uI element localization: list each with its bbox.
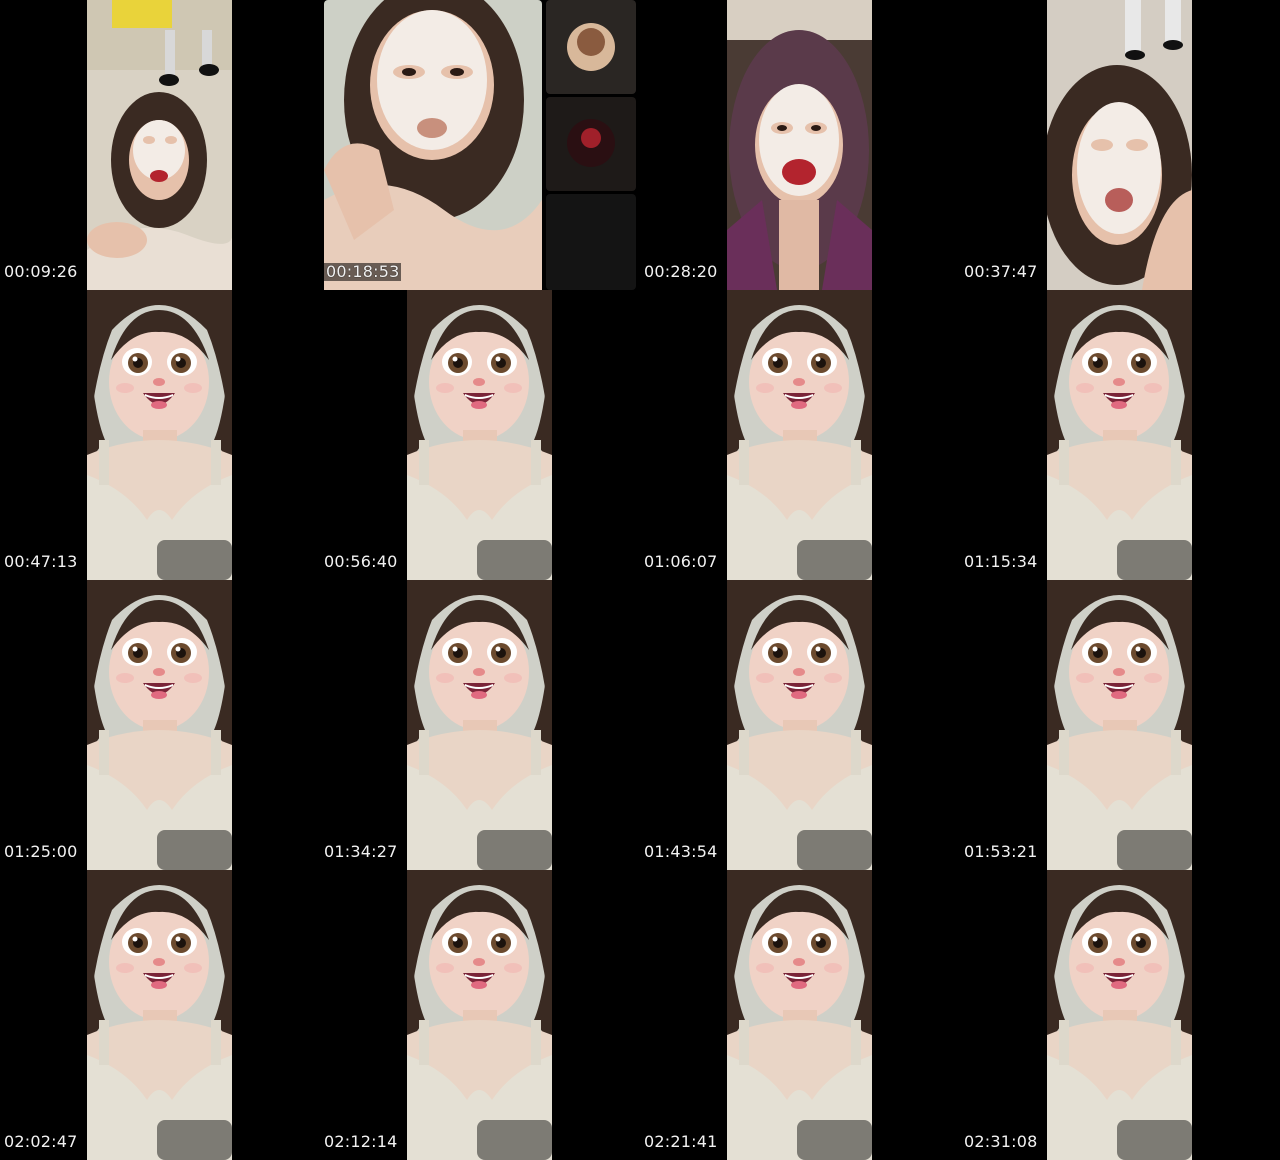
thumbnail-image[interactable] xyxy=(87,0,232,290)
timestamp-label: 01:53:21 xyxy=(964,842,1038,861)
thumbnail-image[interactable] xyxy=(407,290,552,580)
timestamp-label: 01:06:07 xyxy=(644,552,718,571)
thumbnail-cell[interactable]: 02:12:14 xyxy=(320,870,640,1160)
thumbnail-image[interactable] xyxy=(1047,0,1192,290)
timestamp-label: 00:28:20 xyxy=(644,262,718,281)
thumbnail-image[interactable] xyxy=(87,290,232,580)
timestamp-label: 00:09:26 xyxy=(4,262,78,281)
thumbnail-cell[interactable]: 01:06:07 xyxy=(640,290,960,580)
thumbnail-cell[interactable]: 00:09:26 xyxy=(0,0,320,290)
thumbnail-cell[interactable]: 00:28:20 xyxy=(640,0,960,290)
thumbnail-image[interactable] xyxy=(407,870,552,1160)
thumbnail-image[interactable] xyxy=(407,580,552,870)
thumbnail-cell[interactable]: 02:31:08 xyxy=(960,870,1280,1160)
thumbnail-cell[interactable]: 00:18:53 xyxy=(320,0,640,290)
timestamp-label: 00:37:47 xyxy=(964,262,1038,281)
thumbnail-image[interactable] xyxy=(87,580,232,870)
thumbnail-image[interactable] xyxy=(1047,290,1192,580)
thumbnail-image[interactable] xyxy=(324,0,640,290)
thumbnail-cell[interactable]: 00:56:40 xyxy=(320,290,640,580)
contact-sheet: 00:09:26 00:18:53 00:28:20 00:37:47 00:4… xyxy=(0,0,1280,1160)
thumbnail-cell[interactable]: 01:25:00 xyxy=(0,580,320,870)
thumbnail-cell[interactable]: 02:02:47 xyxy=(0,870,320,1160)
thumbnail-cell[interactable]: 01:53:21 xyxy=(960,580,1280,870)
thumbnail-cell[interactable]: 01:43:54 xyxy=(640,580,960,870)
timestamp-label: 02:21:41 xyxy=(644,1132,718,1151)
thumbnail-image[interactable] xyxy=(87,870,232,1160)
timestamp-label: 01:43:54 xyxy=(644,842,718,861)
thumbnail-cell[interactable]: 00:37:47 xyxy=(960,0,1280,290)
timestamp-label: 02:12:14 xyxy=(324,1132,398,1151)
timestamp-label: 01:15:34 xyxy=(964,552,1038,571)
thumbnail-image[interactable] xyxy=(727,0,872,290)
thumbnail-cell[interactable]: 02:21:41 xyxy=(640,870,960,1160)
thumbnail-image[interactable] xyxy=(727,870,872,1160)
timestamp-label: 00:56:40 xyxy=(324,552,398,571)
thumbnail-cell[interactable]: 01:15:34 xyxy=(960,290,1280,580)
thumbnail-cell[interactable]: 00:47:13 xyxy=(0,290,320,580)
timestamp-label: 02:02:47 xyxy=(4,1132,78,1151)
timestamp-label: 01:34:27 xyxy=(324,842,398,861)
thumbnail-image[interactable] xyxy=(1047,580,1192,870)
thumbnail-image[interactable] xyxy=(1047,870,1192,1160)
timestamp-label: 01:25:00 xyxy=(4,842,78,861)
thumbnail-cell[interactable]: 01:34:27 xyxy=(320,580,640,870)
timestamp-label: 00:18:53 xyxy=(324,262,402,281)
thumbnail-image[interactable] xyxy=(727,580,872,870)
timestamp-label: 00:47:13 xyxy=(4,552,78,571)
thumbnail-image[interactable] xyxy=(727,290,872,580)
timestamp-label: 02:31:08 xyxy=(964,1132,1038,1151)
